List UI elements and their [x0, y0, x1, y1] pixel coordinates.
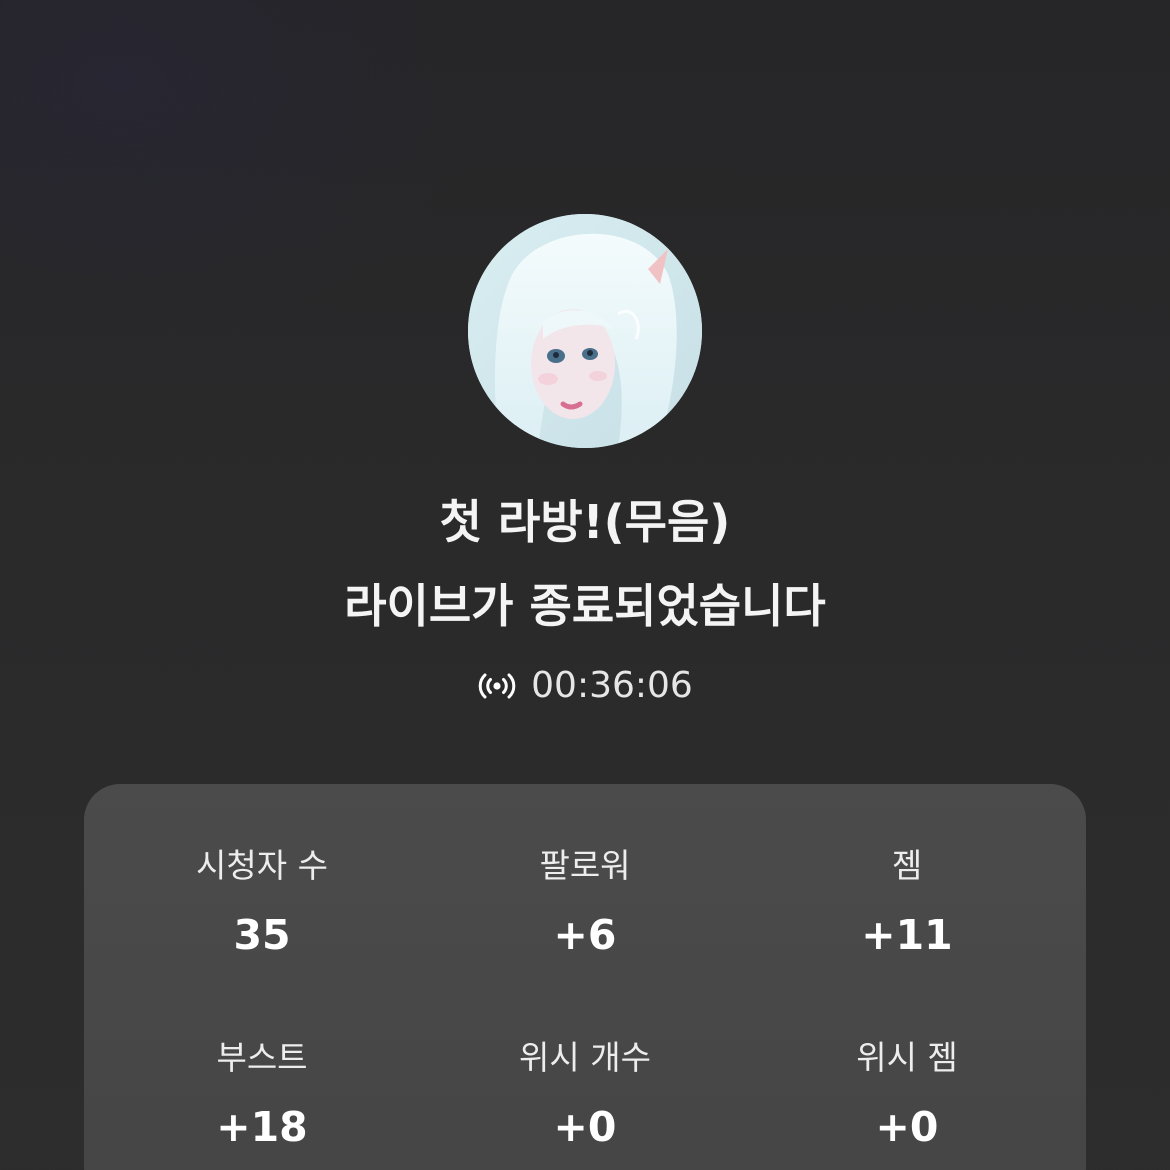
stat-wish-count: 위시 개수 +0 — [425, 1036, 745, 1152]
stat-value: 35 — [233, 911, 291, 959]
stat-label: 시청자 수 — [196, 846, 328, 885]
stat-followers: 팔로워 +6 — [425, 844, 745, 960]
stat-value: +11 — [861, 911, 953, 959]
broadcast-icon — [478, 673, 516, 699]
stream-title: 첫 라방!(무음) — [439, 495, 731, 549]
stat-label: 위시 개수 — [519, 1038, 651, 1077]
stat-label: 젬 — [891, 846, 923, 885]
stat-value: +0 — [875, 1103, 939, 1151]
stat-gems: 젬 +11 — [747, 844, 1067, 960]
stat-value: +18 — [216, 1103, 308, 1151]
live-ended-message: 라이브가 종료되었습니다 — [344, 579, 826, 633]
stat-viewers: 시청자 수 35 — [102, 844, 422, 960]
stream-duration-row: 00:36:06 — [0, 662, 1170, 710]
stat-wish-gems: 위시 젬 +0 — [747, 1036, 1067, 1152]
stat-label: 위시 젬 — [856, 1038, 958, 1077]
stat-value: +0 — [553, 1103, 617, 1151]
stat-label: 부스트 — [216, 1038, 308, 1077]
stat-label: 팔로워 — [539, 846, 631, 885]
stream-duration: 00:36:06 — [531, 665, 693, 706]
profile-avatar — [468, 214, 702, 448]
stat-boost: 부스트 +18 — [102, 1036, 422, 1152]
stats-card: 시청자 수 35 팔로워 +6 젬 +11 부스트 +18 위시 개수 +0 위… — [84, 784, 1086, 1170]
stat-value: +6 — [553, 911, 617, 959]
